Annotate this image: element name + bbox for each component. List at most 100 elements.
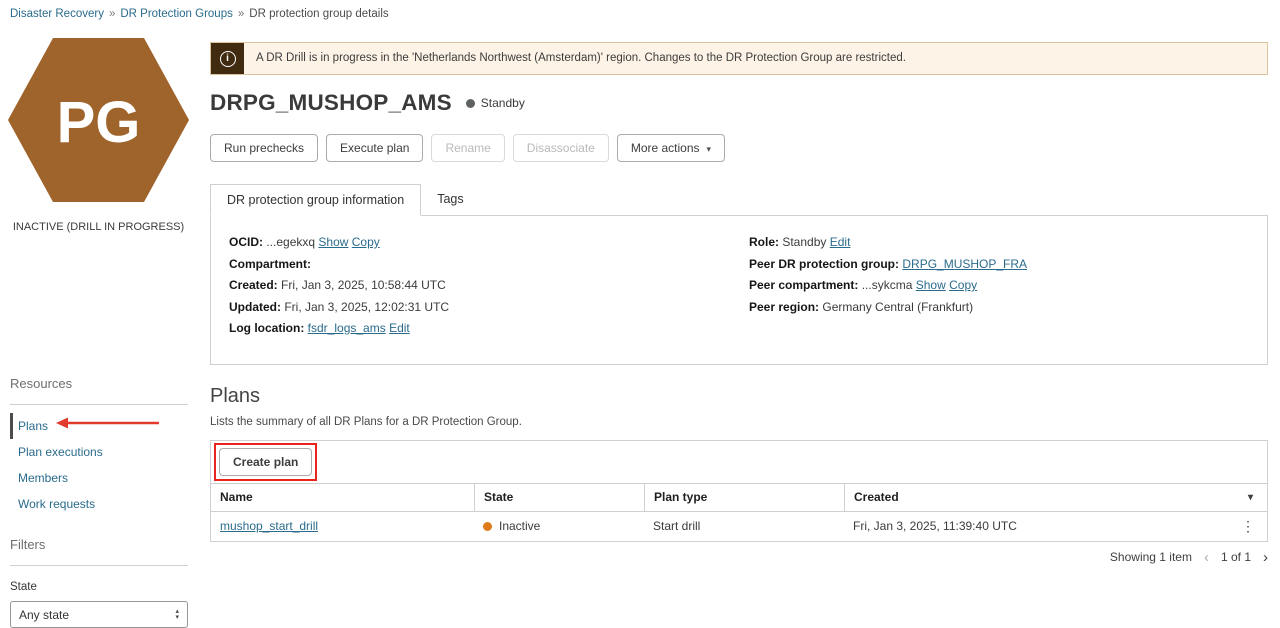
filters-heading: Filters xyxy=(10,537,188,566)
banner-message: A DR Drill is in progress in the 'Nether… xyxy=(244,43,918,74)
avatar-status-caption: INACTIVE (DRILL IN PROGRESS) xyxy=(8,221,189,233)
peer-compartment-label: Peer compartment: xyxy=(749,278,858,292)
sidebar-item-plan-executions[interactable]: Plan executions xyxy=(10,439,188,465)
detail-tabs: DR protection group information Tags xyxy=(210,184,1268,215)
table-row: mushop_start_drill Inactive Start drill … xyxy=(211,512,1267,541)
tab-dr-protection-group-information[interactable]: DR protection group information xyxy=(210,184,421,216)
sidebar-item-work-requests-link[interactable]: Work requests xyxy=(18,497,95,511)
sidebar: Resources Plans Plan executions Members … xyxy=(10,376,188,628)
breadcrumb-separator-icon: » xyxy=(238,8,244,20)
peer-region-value: Germany Central (Frankfurt) xyxy=(822,300,973,314)
plans-table-panel: Create plan Name State Plan type Created… xyxy=(210,440,1268,542)
state-filter-select[interactable]: Any state ▴ ▾ xyxy=(10,601,188,628)
plans-table-toolbar: Create plan xyxy=(211,441,1267,483)
status-indicator: Standby xyxy=(466,96,525,110)
field-compartment: Compartment: xyxy=(229,254,749,276)
updated-value: Fri, Jan 3, 2025, 12:02:31 UTC xyxy=(284,300,449,314)
rename-button: Rename xyxy=(431,134,504,162)
resources-list: Plans Plan executions Members Work reque… xyxy=(10,413,188,517)
ocid-value: ...egekxq xyxy=(266,235,315,249)
sidebar-item-work-requests[interactable]: Work requests xyxy=(10,491,188,517)
status-label: Standby xyxy=(481,96,525,110)
plan-name-cell: mushop_start_drill xyxy=(211,519,474,533)
drill-warning-banner: i A DR Drill is in progress in the 'Neth… xyxy=(210,42,1268,75)
plan-state-label: Inactive xyxy=(499,519,540,533)
sidebar-item-plans-link[interactable]: Plans xyxy=(18,419,48,433)
plans-section-title: Plans xyxy=(210,385,1268,408)
more-actions-button[interactable]: More actions ▾ xyxy=(617,134,725,162)
annotation-arrow xyxy=(55,416,163,430)
resources-heading: Resources xyxy=(10,376,188,405)
pagination: Showing 1 item ‹ 1 of 1 › xyxy=(210,550,1268,565)
avatar-text: PG xyxy=(57,90,141,155)
info-icon: i xyxy=(220,51,236,67)
banner-icon-block: i xyxy=(211,43,244,74)
standby-status-dot xyxy=(466,99,475,108)
log-location-label: Log location: xyxy=(229,321,304,335)
more-actions-label: More actions xyxy=(631,141,700,155)
tab-tags[interactable]: Tags xyxy=(421,184,479,215)
plans-section-subtitle: Lists the summary of all DR Plans for a … xyxy=(210,416,1268,428)
sidebar-item-members[interactable]: Members xyxy=(10,465,188,491)
compartment-label: Compartment: xyxy=(229,257,311,271)
plan-name-link[interactable]: mushop_start_drill xyxy=(220,519,318,533)
select-arrows-icon: ▴ ▾ xyxy=(175,609,179,621)
field-updated: Updated: Fri, Jan 3, 2025, 12:02:31 UTC xyxy=(229,297,749,319)
row-actions-kebab-icon[interactable]: ⋮ xyxy=(1237,518,1259,535)
breadcrumb: Disaster Recovery » DR Protection Groups » D… xyxy=(10,8,389,20)
peer-compartment-show-link[interactable]: Show xyxy=(916,278,946,292)
role-value: Standby xyxy=(782,235,826,249)
field-peer-region: Peer region: Germany Central (Frankfurt) xyxy=(749,297,1249,319)
info-column-left: OCID: ...egekxq Show Copy Compartment: C… xyxy=(229,232,749,340)
field-peer-group: Peer DR protection group: DRPG_MUSHOP_FR… xyxy=(749,254,1249,276)
ocid-label: OCID: xyxy=(229,235,263,249)
page-previous-icon[interactable]: ‹ xyxy=(1204,550,1209,565)
field-ocid: OCID: ...egekxq Show Copy xyxy=(229,232,749,254)
page: { "icons": { "breadcrumb_separator": "»"… xyxy=(0,0,1280,627)
page-next-icon[interactable]: › xyxy=(1263,550,1268,565)
breadcrumb-link-dr-protection-groups[interactable]: DR Protection Groups xyxy=(120,8,233,20)
peer-compartment-copy-link[interactable]: Copy xyxy=(949,278,977,292)
ocid-show-link[interactable]: Show xyxy=(318,235,348,249)
log-location-link[interactable]: fsdr_logs_ams xyxy=(308,321,386,335)
column-header-state: State xyxy=(474,484,644,511)
state-filter-label: State xyxy=(10,581,188,593)
plan-created-value: Fri, Jan 3, 2025, 11:39:40 UTC xyxy=(853,519,1017,533)
breadcrumb-separator-icon: » xyxy=(109,8,115,20)
log-location-edit-link[interactable]: Edit xyxy=(389,321,410,335)
run-prechecks-button[interactable]: Run prechecks xyxy=(210,134,318,162)
peer-group-label: Peer DR protection group: xyxy=(749,257,899,271)
inactive-status-dot xyxy=(483,522,492,531)
pagination-page: 1 of 1 xyxy=(1221,550,1251,564)
info-column-right: Role: Standby Edit Peer DR protection gr… xyxy=(749,232,1249,340)
sort-caret-icon[interactable]: ▾ xyxy=(1248,492,1253,503)
breadcrumb-link-disaster-recovery[interactable]: Disaster Recovery xyxy=(10,8,104,20)
chevron-down-icon: ▾ xyxy=(707,144,712,154)
execute-plan-button[interactable]: Execute plan xyxy=(326,134,423,162)
group-information-panel: OCID: ...egekxq Show Copy Compartment: C… xyxy=(210,215,1268,365)
sidebar-item-plans[interactable]: Plans xyxy=(10,413,188,439)
create-plan-button[interactable]: Create plan xyxy=(219,448,312,476)
updated-label: Updated: xyxy=(229,300,281,314)
column-header-created: Created ▾ xyxy=(844,484,1267,511)
field-role: Role: Standby Edit xyxy=(749,232,1249,254)
breadcrumb-current: DR protection group details xyxy=(249,8,388,20)
sidebar-item-members-link[interactable]: Members xyxy=(18,471,68,485)
created-value: Fri, Jan 3, 2025, 10:58:44 UTC xyxy=(281,278,446,292)
pagination-showing: Showing 1 item xyxy=(1110,550,1192,564)
role-edit-link[interactable]: Edit xyxy=(830,235,851,249)
ocid-copy-link[interactable]: Copy xyxy=(352,235,380,249)
disassociate-button: Disassociate xyxy=(513,134,609,162)
sidebar-item-plan-executions-link[interactable]: Plan executions xyxy=(18,445,103,459)
main-content: i A DR Drill is in progress in the 'Neth… xyxy=(210,42,1268,565)
field-peer-compartment: Peer compartment: ...sykcma Show Copy xyxy=(749,275,1249,297)
plan-type-cell: Start drill xyxy=(644,519,844,533)
peer-group-link[interactable]: DRPG_MUSHOP_FRA xyxy=(902,257,1027,271)
peer-region-label: Peer region: xyxy=(749,300,819,314)
action-buttons: Run prechecks Execute plan Rename Disass… xyxy=(210,134,1268,162)
plan-created-cell: Fri, Jan 3, 2025, 11:39:40 UTC ⋮ xyxy=(844,518,1267,535)
state-filter-value: Any state xyxy=(19,608,69,622)
role-label: Role: xyxy=(749,235,779,249)
page-title: DRPG_MUSHOP_AMS xyxy=(210,90,452,116)
column-header-plan-type: Plan type xyxy=(644,484,844,511)
